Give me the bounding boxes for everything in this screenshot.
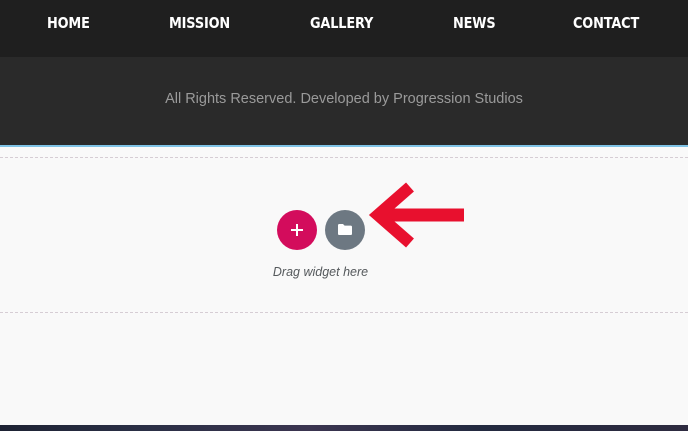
- folder-icon: [338, 224, 352, 235]
- widget-dropzone[interactable]: Drag widget here: [0, 157, 688, 313]
- nav-item-mission[interactable]: MISSION: [169, 0, 230, 46]
- copyright-text: All Rights Reserved. Developed by Progre…: [165, 91, 523, 107]
- arrow-left-icon: [368, 182, 464, 248]
- main-navigation: HOME MISSION GALLERY NEWS CONTACT: [0, 0, 688, 57]
- add-section-button[interactable]: [277, 210, 317, 250]
- nav-item-news[interactable]: NEWS: [453, 0, 496, 46]
- nav-item-contact[interactable]: CONTACT: [573, 0, 639, 46]
- footer: All Rights Reserved. Developed by Progre…: [0, 57, 688, 145]
- next-section-image: [0, 425, 688, 431]
- drag-widget-hint: Drag widget here: [272, 265, 369, 279]
- nav-item-gallery[interactable]: GALLERY: [310, 0, 373, 46]
- empty-section: Drag widget here: [0, 147, 688, 425]
- add-template-button[interactable]: [325, 210, 365, 250]
- nav-item-home[interactable]: HOME: [47, 0, 90, 46]
